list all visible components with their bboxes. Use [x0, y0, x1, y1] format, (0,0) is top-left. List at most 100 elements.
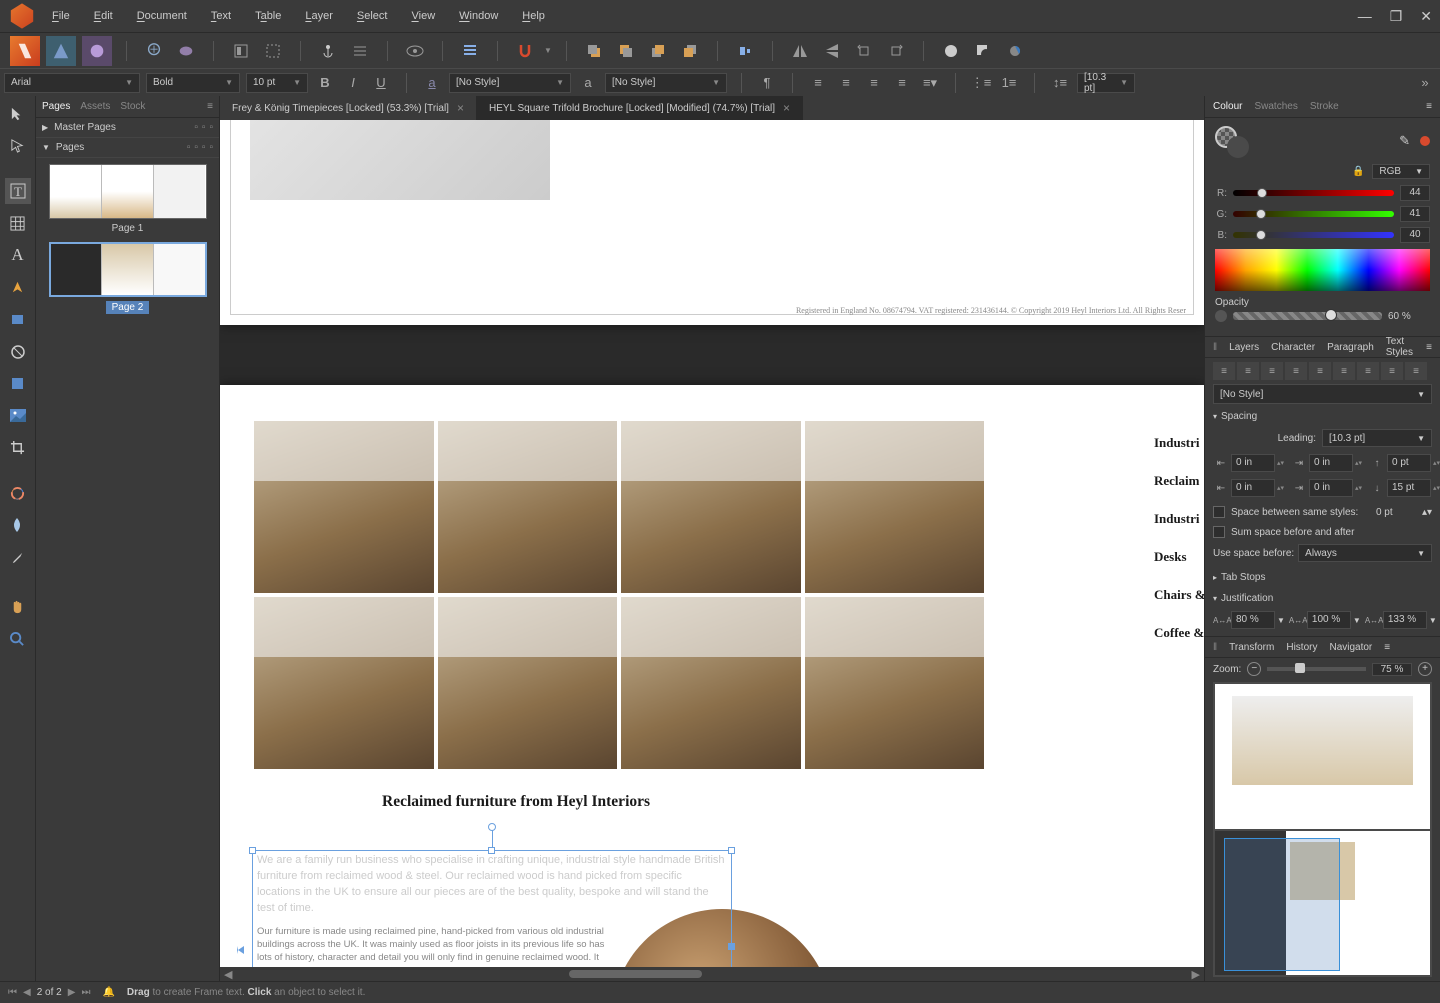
opacity-none-icon[interactable]: [1215, 310, 1227, 322]
tab-character[interactable]: Character: [1271, 342, 1315, 353]
transparency-tool-icon[interactable]: [5, 512, 31, 538]
context-more-icon[interactable]: »: [1414, 73, 1436, 93]
opacity-value[interactable]: 60 %: [1388, 311, 1430, 322]
char-style-dropdown[interactable]: [No Style]▼: [449, 73, 571, 93]
tab-text-styles[interactable]: Text Styles: [1386, 336, 1414, 358]
tab-stroke[interactable]: Stroke: [1310, 101, 1339, 112]
eyedropper-icon[interactable]: ✎: [1399, 133, 1410, 149]
menu-select[interactable]: Select: [357, 10, 388, 22]
menu-edit[interactable]: Edit: [94, 10, 113, 22]
para-align-justify-left-icon[interactable]: ≡: [1285, 362, 1307, 380]
resize-handle[interactable]: [728, 847, 735, 854]
zoom-slider[interactable]: [1267, 667, 1366, 671]
same-styles-checkbox[interactable]: [1213, 506, 1225, 518]
navigator-preview[interactable]: [1213, 682, 1432, 977]
para-align-away-icon[interactable]: ≡: [1405, 362, 1427, 380]
just-des-input[interactable]: 100 %: [1307, 611, 1351, 629]
numbered-icon[interactable]: 1≡: [998, 73, 1020, 93]
fill-stroke-selector[interactable]: [1215, 126, 1255, 156]
colour-lock-icon[interactable]: 🔒: [1352, 166, 1364, 177]
persona-photo-icon[interactable]: [82, 36, 112, 66]
tab-pages[interactable]: Pages: [42, 101, 70, 112]
para-align-right-icon[interactable]: ≡: [1261, 362, 1283, 380]
para-align-justify-right-icon[interactable]: ≡: [1333, 362, 1355, 380]
doc-tab-2-close-icon[interactable]: ×: [783, 101, 790, 115]
baseline-grid-icon[interactable]: [347, 38, 373, 64]
resize-handle[interactable]: [488, 847, 495, 854]
move-tool-icon[interactable]: [5, 100, 31, 126]
align-center-icon[interactable]: ≡: [835, 73, 857, 93]
just-max-input[interactable]: 133 %: [1383, 611, 1427, 629]
page-thumb-1[interactable]: Page 1: [42, 164, 213, 234]
selected-paragraph-text[interactable]: We are a family run business who special…: [257, 854, 725, 914]
para-leading-dropdown[interactable]: [10.3 pt]▼: [1322, 429, 1432, 447]
bullets-icon[interactable]: ⋮≡: [970, 73, 992, 93]
move-back-icon[interactable]: [677, 38, 703, 64]
menu-window[interactable]: Window: [459, 10, 498, 22]
flow-in-handle[interactable]: [237, 946, 244, 954]
space-before-input[interactable]: 0 pt: [1387, 454, 1431, 472]
menu-document[interactable]: Document: [137, 10, 187, 22]
add-page-icon[interactable]: ▫: [187, 142, 191, 153]
right-indent-input[interactable]: 0 in: [1309, 454, 1353, 472]
underline-button[interactable]: U: [370, 73, 392, 93]
rectangle-tool-icon[interactable]: [5, 306, 31, 332]
pan-tool-icon[interactable]: [5, 594, 31, 620]
crop-tool-icon[interactable]: [5, 434, 31, 460]
maximize-button[interactable]: ❐: [1390, 8, 1403, 25]
add-master-icon[interactable]: ▫: [194, 122, 198, 133]
just-min-input[interactable]: 80 %: [1231, 611, 1275, 629]
tab-paragraph[interactable]: Paragraph: [1327, 342, 1374, 353]
next-page-icon[interactable]: ▶: [68, 987, 76, 998]
eyedropper-tool-icon[interactable]: [5, 544, 31, 570]
left-indent-input[interactable]: 0 in: [1231, 454, 1275, 472]
b-slider[interactable]: [1233, 232, 1394, 238]
flip-h-icon[interactable]: [787, 38, 813, 64]
colour-spectrum[interactable]: [1215, 249, 1430, 291]
selected-text-frame[interactable]: We are a family run business who special…: [252, 850, 732, 967]
canvas-viewport[interactable]: Registered in England No. 08674794. VAT …: [220, 120, 1204, 967]
menu-table[interactable]: Table: [255, 10, 281, 22]
align-right-icon[interactable]: ≡: [863, 73, 885, 93]
move-backward-icon[interactable]: [645, 38, 671, 64]
preview-mode-icon[interactable]: [402, 38, 428, 64]
sum-space-checkbox[interactable]: [1213, 526, 1225, 538]
node-tool-icon[interactable]: [5, 132, 31, 158]
italic-button[interactable]: I: [342, 73, 364, 93]
dup-page-icon[interactable]: ▫: [194, 142, 198, 153]
para-style-dropdown[interactable]: [No Style]▼: [1213, 384, 1432, 404]
menu-help[interactable]: Help: [522, 10, 545, 22]
bold-button[interactable]: B: [314, 73, 336, 93]
body-paragraph[interactable]: Our furniture is made using reclaimed pi…: [253, 923, 612, 967]
para-options-icon[interactable]: ≡: [1426, 342, 1432, 353]
doc-tab-1-close-icon[interactable]: ×: [457, 101, 464, 115]
r-slider[interactable]: [1233, 190, 1394, 196]
show-paragraph-icon[interactable]: ¶: [756, 73, 778, 93]
del-page-icon[interactable]: ▫: [202, 142, 206, 153]
use-before-dropdown[interactable]: Always▼: [1298, 544, 1432, 562]
para-align-justify-all-icon[interactable]: ≡: [1357, 362, 1379, 380]
menu-file[interactable]: File: [52, 10, 70, 22]
import-image-icon[interactable]: [141, 38, 167, 64]
artistic-text-tool-icon[interactable]: A: [5, 242, 31, 268]
tab-history[interactable]: History: [1286, 642, 1317, 653]
nav-options-icon[interactable]: ≡: [1384, 642, 1390, 653]
par-style-dropdown[interactable]: [No Style]▼: [605, 73, 727, 93]
master-pages-header[interactable]: ▶ Master Pages ▫▫▫: [36, 118, 219, 138]
align-justified-icon[interactable]: [457, 38, 483, 64]
spread-setup-icon[interactable]: [260, 38, 286, 64]
same-styles-input[interactable]: 0 pt: [1376, 507, 1416, 518]
document-setup-icon[interactable]: [173, 38, 199, 64]
shape-subtract-icon[interactable]: [970, 38, 996, 64]
first-page-icon[interactable]: ⏮: [8, 987, 17, 998]
para-align-spine-icon[interactable]: ≡: [1381, 362, 1403, 380]
colour-mode-dropdown[interactable]: RGB▼: [1372, 164, 1430, 179]
frame-text-tool-icon[interactable]: T: [5, 178, 31, 204]
zoom-out-icon[interactable]: −: [1247, 662, 1261, 676]
last-indent-input[interactable]: 0 in: [1309, 479, 1353, 497]
pen-tool-icon[interactable]: [5, 274, 31, 300]
preflight-icon[interactable]: [228, 38, 254, 64]
zoom-tool-icon[interactable]: [5, 626, 31, 652]
vector-brush-tool-icon[interactable]: [5, 480, 31, 506]
tab-assets[interactable]: Assets: [80, 101, 110, 112]
